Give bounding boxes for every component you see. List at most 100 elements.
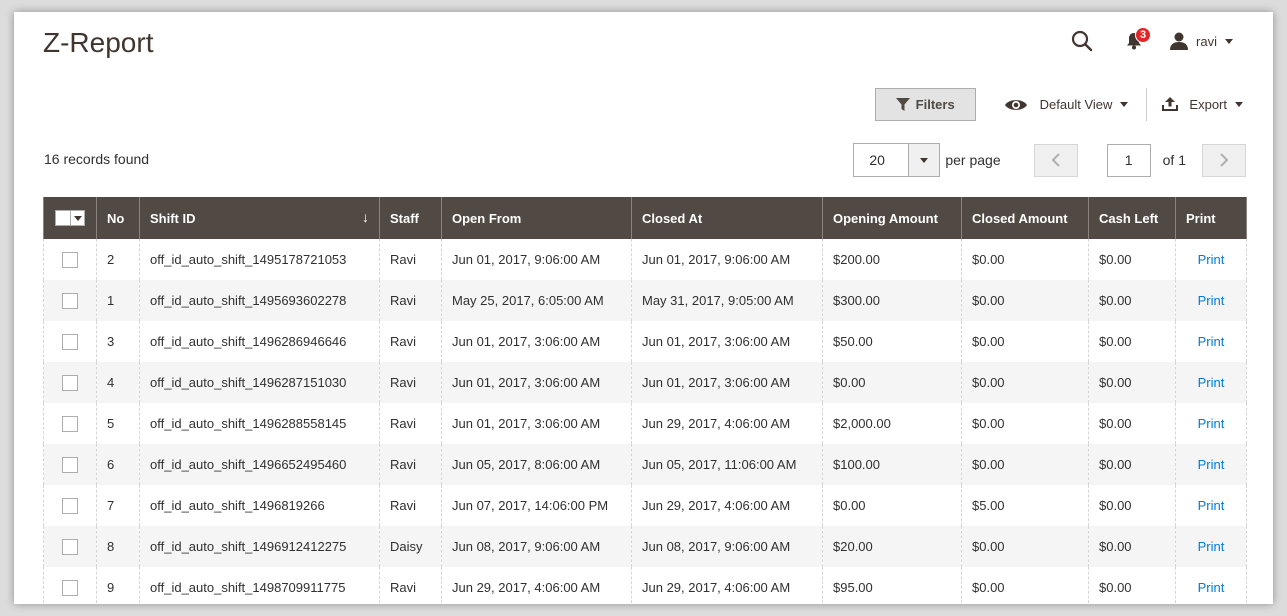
total-pages-label: of 1 <box>1162 152 1186 168</box>
cell-closed-at: Jun 01, 2017, 3:06:00 AM <box>631 321 823 362</box>
table-row[interactable]: 5 off_id_auto_shift_1496288558145 Ravi Jun … <box>43 403 1247 444</box>
cell-closed-amount: $0.00 <box>961 321 1089 362</box>
column-header-no[interactable]: No <box>96 197 140 239</box>
cell-no: 4 <box>96 362 140 403</box>
column-header-closed-amount[interactable]: Closed Amount <box>961 197 1089 239</box>
row-checkbox[interactable] <box>62 497 78 514</box>
mass-action-select[interactable] <box>55 210 85 226</box>
z-report-grid: No Shift ID ↓ Staff Open From Closed At … <box>43 197 1247 604</box>
cell-staff: Ravi <box>379 485 442 526</box>
cell-closed-amount: $0.00 <box>961 444 1089 485</box>
cell-staff: Ravi <box>379 239 442 280</box>
per-page-select[interactable]: 20 <box>853 143 941 177</box>
export-button[interactable]: Export <box>1161 97 1243 112</box>
cell-cash-left: $0.00 <box>1088 280 1176 321</box>
view-selector[interactable]: Default View <box>1004 88 1129 121</box>
table-row[interactable]: 1 off_id_auto_shift_1495693602278 Ravi May … <box>43 280 1247 321</box>
print-link[interactable]: Print <box>1198 539 1225 554</box>
print-link[interactable]: Print <box>1198 334 1225 349</box>
cell-shift-id: off_id_auto_shift_1496819266 <box>139 485 380 526</box>
cell-opening-amount: $300.00 <box>822 280 962 321</box>
per-page-dropdown-button[interactable] <box>908 144 940 176</box>
column-header-cash-left[interactable]: Cash Left <box>1088 197 1176 239</box>
filters-button[interactable]: Filters <box>874 88 976 121</box>
column-header-opening-amount[interactable]: Opening Amount <box>822 197 962 239</box>
cell-cash-left: $0.00 <box>1088 485 1176 526</box>
cell-closed-amount: $0.00 <box>961 280 1089 321</box>
print-link[interactable]: Print <box>1198 293 1225 308</box>
previous-page-button[interactable] <box>1033 143 1078 177</box>
cell-closed-amount: $0.00 <box>961 362 1089 403</box>
cell-no: 1 <box>96 280 140 321</box>
row-checkbox[interactable] <box>62 374 78 391</box>
row-checkbox[interactable] <box>62 333 78 350</box>
row-checkbox[interactable] <box>62 292 78 309</box>
column-header-closed-at[interactable]: Closed At <box>631 197 823 239</box>
row-checkbox[interactable] <box>62 415 78 432</box>
sort-down-arrow-icon: ↓ <box>362 209 369 225</box>
cell-cash-left: $0.00 <box>1088 567 1176 604</box>
table-row[interactable]: 6 off_id_auto_shift_1496652495460 Ravi Jun … <box>43 444 1247 485</box>
row-select-cell <box>43 362 97 403</box>
row-checkbox[interactable] <box>62 538 78 555</box>
table-row[interactable]: 7 off_id_auto_shift_1496819266 Ravi Jun 07,… <box>43 485 1247 526</box>
cell-cash-left: $0.00 <box>1088 526 1176 567</box>
cell-shift-id: off_id_auto_shift_1496286946646 <box>139 321 380 362</box>
per-page-label: per page <box>945 152 1001 168</box>
records-found: 16 records found <box>44 151 150 167</box>
cell-shift-id: off_id_auto_shift_1496912412275 <box>139 526 380 567</box>
cell-closed-at: Jun 05, 2017, 11:06:00 AM <box>631 444 823 485</box>
table-row[interactable]: 9 off_id_auto_shift_1498709911775 Ravi Jun … <box>43 567 1247 604</box>
cell-open-from: Jun 05, 2017, 8:06:00 AM <box>441 444 632 485</box>
cell-print: Print <box>1175 526 1247 567</box>
row-checkbox[interactable] <box>62 456 78 473</box>
mass-action-header <box>43 197 97 239</box>
cell-staff: Ravi <box>379 321 442 362</box>
cell-closed-at: Jun 01, 2017, 9:06:00 AM <box>631 239 823 280</box>
search-button[interactable] <box>1068 27 1096 55</box>
cell-shift-id: off_id_auto_shift_1495178721053 <box>139 239 380 280</box>
toolbar-divider <box>1146 88 1148 121</box>
column-header-print: Print <box>1175 197 1247 239</box>
print-link[interactable]: Print <box>1198 252 1225 267</box>
cell-cash-left: $0.00 <box>1088 239 1176 280</box>
row-checkbox[interactable] <box>62 579 78 596</box>
cell-shift-id: off_id_auto_shift_1498709911775 <box>139 567 380 604</box>
column-header-open-from[interactable]: Open From <box>441 197 632 239</box>
cell-print: Print <box>1175 485 1247 526</box>
cell-cash-left: $0.00 <box>1088 362 1176 403</box>
print-link[interactable]: Print <box>1198 457 1225 472</box>
notifications-button[interactable]: 3 <box>1120 27 1152 55</box>
column-header-shift-id[interactable]: Shift ID ↓ <box>139 197 380 239</box>
table-row[interactable]: 2 off_id_auto_shift_1495178721053 Ravi Jun … <box>43 239 1247 280</box>
next-page-button[interactable] <box>1202 143 1246 177</box>
table-row[interactable]: 4 off_id_auto_shift_1496287151030 Ravi Jun … <box>43 362 1247 403</box>
notification-count-badge: 3 <box>1135 27 1152 43</box>
table-row[interactable]: 8 off_id_auto_shift_1496912412275 Daisy Jun… <box>43 526 1247 567</box>
cell-staff: Daisy <box>379 526 442 567</box>
current-page-input[interactable] <box>1106 143 1151 177</box>
cell-no: 9 <box>96 567 140 604</box>
cell-shift-id: off_id_auto_shift_1496652495460 <box>139 444 380 485</box>
print-link[interactable]: Print <box>1198 580 1225 595</box>
cell-no: 6 <box>96 444 140 485</box>
row-select-cell <box>43 567 97 604</box>
column-header-staff[interactable]: Staff <box>379 197 442 239</box>
chevron-right-icon <box>1220 153 1229 167</box>
cell-cash-left: $0.00 <box>1088 403 1176 444</box>
cell-open-from: Jun 01, 2017, 9:06:00 AM <box>441 239 632 280</box>
cell-shift-id: off_id_auto_shift_1496287151030 <box>139 362 380 403</box>
chevron-down-icon <box>920 157 929 163</box>
print-link[interactable]: Print <box>1198 416 1225 431</box>
table-row[interactable]: 3 off_id_auto_shift_1496286946646 Ravi Jun … <box>43 321 1247 362</box>
view-label: Default View <box>1039 97 1113 112</box>
cell-print: Print <box>1175 321 1247 362</box>
chevron-down-icon <box>1120 102 1129 107</box>
cell-open-from: May 25, 2017, 6:05:00 AM <box>441 280 632 321</box>
user-menu[interactable]: ravi <box>1170 32 1233 50</box>
row-checkbox[interactable] <box>62 251 78 268</box>
cell-closed-amount: $0.00 <box>961 567 1089 604</box>
print-link[interactable]: Print <box>1198 498 1225 513</box>
z-report-page: Z-Report 3 ravi Filters Default View Exp… <box>14 12 1273 604</box>
print-link[interactable]: Print <box>1198 375 1225 390</box>
